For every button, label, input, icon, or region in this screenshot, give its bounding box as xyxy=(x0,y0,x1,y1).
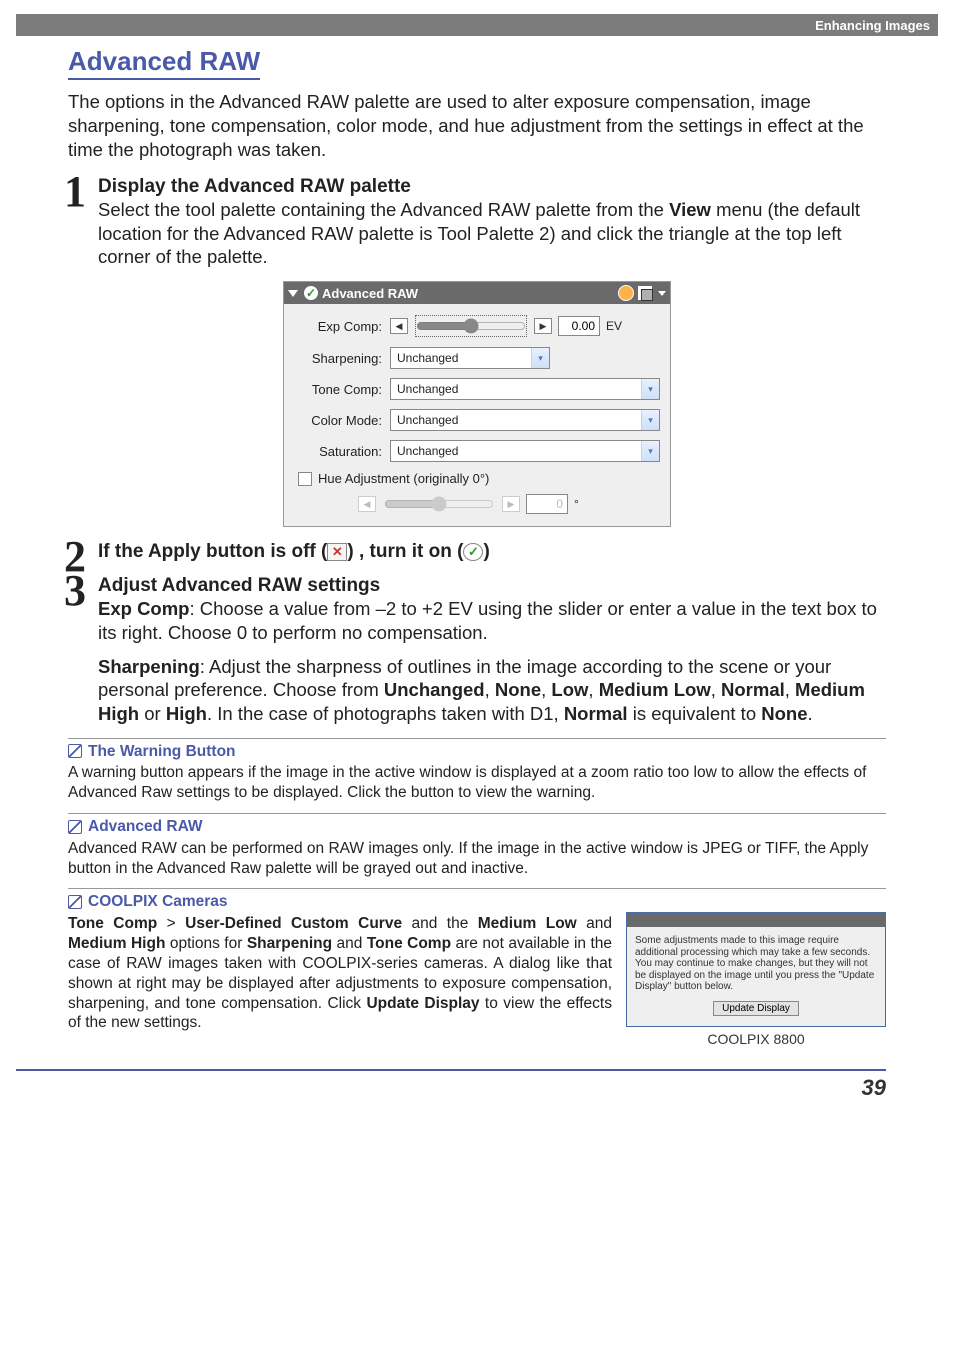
chevron-down-icon: ▾ xyxy=(531,348,549,368)
note-coolpix: COOLPIX Cameras Tone Comp > User-Defined… xyxy=(68,888,886,1048)
pencil-icon xyxy=(68,820,82,834)
step-3-title: Adjust Advanced RAW settings xyxy=(98,575,886,597)
chevron-down-icon: ▾ xyxy=(641,441,659,461)
hue-checkbox-row: Hue Adjustment (originally 0°) xyxy=(298,471,660,486)
expcomp-unit: EV xyxy=(606,319,628,333)
expcomp-increment-button[interactable]: ▶ xyxy=(534,318,552,334)
saturation-label: Saturation: xyxy=(294,444,384,459)
chapter-header-label: Enhancing Images xyxy=(815,18,930,33)
chapter-header: Enhancing Images xyxy=(16,14,938,36)
tonecomp-row: Tone Comp: Unchanged ▾ xyxy=(294,378,660,400)
hue-increment-button: ▶ xyxy=(502,496,520,512)
update-display-dialog: Some adjustments made to this image requ… xyxy=(626,912,886,1027)
page-title: Advanced RAW xyxy=(68,46,260,80)
hue-unit: ° xyxy=(574,497,596,511)
step-1-title: Display the Advanced RAW palette xyxy=(98,176,886,198)
intro-paragraph: The options in the Advanced RAW palette … xyxy=(68,90,886,162)
tonecomp-value: Unchanged xyxy=(391,382,641,396)
hue-slider xyxy=(384,496,494,512)
step-1: 1 Display the Advanced RAW palette Selec… xyxy=(68,176,886,269)
colormode-row: Color Mode: Unchanged ▾ xyxy=(294,409,660,431)
colormode-value: Unchanged xyxy=(391,413,641,427)
dialog-titlebar xyxy=(627,913,885,927)
note-body: A warning button appears if the image in… xyxy=(68,763,886,803)
saturation-combo[interactable]: Unchanged ▾ xyxy=(390,440,660,462)
hue-decrement-button: ◀ xyxy=(358,496,376,512)
collapse-triangle-icon[interactable] xyxy=(288,290,298,297)
pencil-icon xyxy=(68,895,82,909)
dialog-message: Some adjustments made to this image requ… xyxy=(635,935,874,992)
dialog-column: Some adjustments made to this image requ… xyxy=(626,912,886,1048)
expcomp-decrement-button[interactable]: ◀ xyxy=(390,318,408,334)
step-3-number: 3 xyxy=(64,565,86,616)
tonecomp-combo[interactable]: Unchanged ▾ xyxy=(390,378,660,400)
sharpening-value: Unchanged xyxy=(391,351,531,365)
tonecomp-label: Tone Comp: xyxy=(294,382,384,397)
note-advanced-raw: Advanced RAW Advanced RAW can be perform… xyxy=(68,813,886,878)
step-3: 3 Adjust Advanced RAW settings Exp Comp:… xyxy=(68,575,886,725)
sharpening-label: Sharpening: xyxy=(294,351,384,366)
chevron-down-icon: ▾ xyxy=(641,379,659,399)
hue-label: Hue Adjustment (originally 0°) xyxy=(318,471,489,486)
pencil-icon xyxy=(68,744,82,758)
hue-controls: ◀ ▶ ° xyxy=(294,494,660,514)
apply-on-icon[interactable]: ✓ xyxy=(304,286,318,300)
note-title: COOLPIX Cameras xyxy=(88,892,228,912)
hue-value-input xyxy=(526,494,568,514)
colormode-label: Color Mode: xyxy=(294,413,384,428)
note-warning-button: The Warning Button A warning button appe… xyxy=(68,738,886,803)
note-title: Advanced RAW xyxy=(88,817,203,837)
apply-on-icon-inline: ✓ xyxy=(463,543,483,561)
apply-off-icon: ✕ xyxy=(327,543,347,561)
palette-menu-arrow-icon[interactable] xyxy=(658,291,666,296)
sharpening-row: Sharpening: Unchanged ▾ xyxy=(294,347,660,369)
update-display-button[interactable]: Update Display xyxy=(713,1001,799,1016)
page-number: 39 xyxy=(16,1069,886,1101)
colormode-combo[interactable]: Unchanged ▾ xyxy=(390,409,660,431)
expcomp-value-input[interactable] xyxy=(558,316,600,336)
advanced-raw-palette: ✓ Advanced RAW Exp Comp: ◀ ▶ EV Sharpeni… xyxy=(283,281,671,527)
step-3-body: Exp Comp: Choose a value from –2 to +2 E… xyxy=(98,597,886,725)
step-1-body: Select the tool palette containing the A… xyxy=(98,198,886,269)
saturation-row: Saturation: Unchanged ▾ xyxy=(294,440,660,462)
palette-title-text: Advanced RAW xyxy=(322,286,418,301)
note-body: Advanced RAW can be performed on RAW ima… xyxy=(68,839,886,879)
note-body: Tone Comp > User-Defined Custom Curve an… xyxy=(68,914,612,1033)
step-2: 2 If the Apply button is off (✕) , turn … xyxy=(68,541,886,563)
step-1-number: 1 xyxy=(64,166,86,217)
step-2-title: If the Apply button is off (✕) , turn it… xyxy=(98,541,886,563)
palette-titlebar: ✓ Advanced RAW xyxy=(284,282,670,304)
note-title: The Warning Button xyxy=(88,742,236,762)
sharpening-combo[interactable]: Unchanged ▾ xyxy=(390,347,550,369)
hue-checkbox[interactable] xyxy=(298,472,312,486)
saturation-value: Unchanged xyxy=(391,444,641,458)
expcomp-row: Exp Comp: ◀ ▶ EV xyxy=(294,314,660,338)
palette-menu-icon[interactable] xyxy=(638,286,652,300)
expcomp-slider[interactable] xyxy=(416,316,526,336)
warning-icon[interactable] xyxy=(618,285,634,301)
expcomp-label: Exp Comp: xyxy=(294,319,384,334)
chevron-down-icon: ▾ xyxy=(641,410,659,430)
dialog-caption: COOLPIX 8800 xyxy=(626,1031,886,1049)
